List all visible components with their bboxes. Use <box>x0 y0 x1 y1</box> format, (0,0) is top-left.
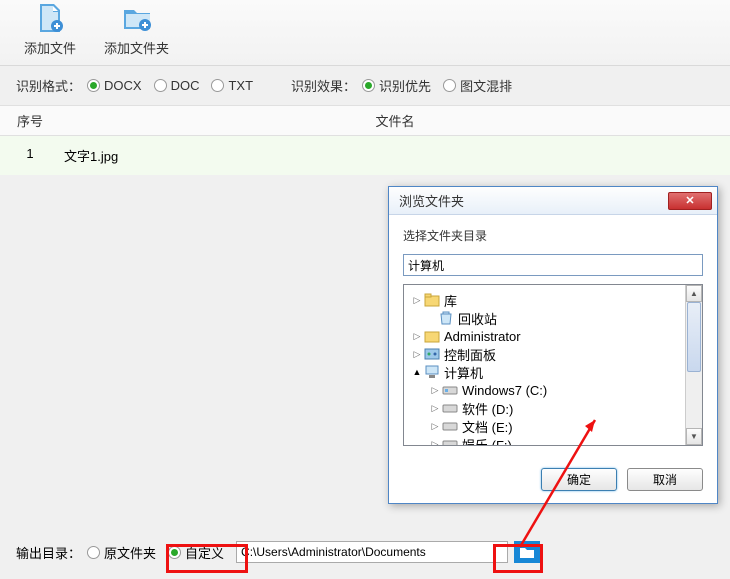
output-custom-radio[interactable]: 自定义 <box>168 543 224 562</box>
name-header: 文件名 <box>60 111 730 130</box>
output-path-input[interactable] <box>236 541 508 563</box>
output-bar: 输出目录： 原文件夹 自定义 <box>0 535 730 569</box>
dialog-title: 浏览文件夹 <box>399 191 464 210</box>
output-orig-radio[interactable]: 原文件夹 <box>87 543 156 562</box>
effect-mixed-radio[interactable]: 图文混排 <box>443 76 512 95</box>
scroll-thumb[interactable] <box>687 302 701 372</box>
dialog-close-button[interactable]: ✕ <box>668 192 712 210</box>
format-txt-radio[interactable]: TXT <box>211 78 253 93</box>
effect-priority-radio[interactable]: 识别优先 <box>362 76 431 95</box>
folder-icon <box>519 545 535 559</box>
effect-label: 识别效果： <box>291 76 356 95</box>
scroll-down-button[interactable]: ▼ <box>686 428 702 445</box>
tree-scrollbar[interactable]: ▲ ▼ <box>685 285 702 445</box>
seq-header: 序号 <box>0 111 60 130</box>
add-file-label: 添加文件 <box>24 38 76 57</box>
format-docx-radio[interactable]: DOCX <box>87 78 142 93</box>
dialog-ok-button[interactable]: 确定 <box>541 468 617 491</box>
file-add-icon <box>34 2 66 34</box>
add-folder-button[interactable]: 添加文件夹 <box>104 2 169 57</box>
table-row[interactable]: 1 文字1.jpg <box>0 136 730 175</box>
format-label: 识别格式： <box>16 76 81 95</box>
output-label: 输出目录： <box>16 543 81 562</box>
browse-button[interactable] <box>514 541 540 563</box>
folder-add-icon <box>121 2 153 34</box>
scroll-up-button[interactable]: ▲ <box>686 285 702 302</box>
options-bar: 识别格式： DOCX DOC TXT 识别效果： 识别优先 图文混排 <box>0 66 730 105</box>
dialog-subtitle: 选择文件夹目录 <box>403 227 703 244</box>
row-name: 文字1.jpg <box>60 146 730 165</box>
add-file-button[interactable]: 添加文件 <box>24 2 76 57</box>
add-folder-label: 添加文件夹 <box>104 38 169 57</box>
folder-tree[interactable]: ▷库 回收站 ▷Administrator ▷控制面板 ▲计算机 ▷Window… <box>404 285 685 445</box>
table-header: 序号 文件名 <box>0 105 730 136</box>
dialog-cancel-button[interactable]: 取消 <box>627 468 703 491</box>
browse-folder-dialog: 浏览文件夹 ✕ 选择文件夹目录 ▷库 回收站 ▷Administrator ▷控… <box>388 186 718 504</box>
folder-combo[interactable] <box>403 254 703 276</box>
row-seq: 1 <box>0 146 60 165</box>
format-doc-radio[interactable]: DOC <box>154 78 200 93</box>
